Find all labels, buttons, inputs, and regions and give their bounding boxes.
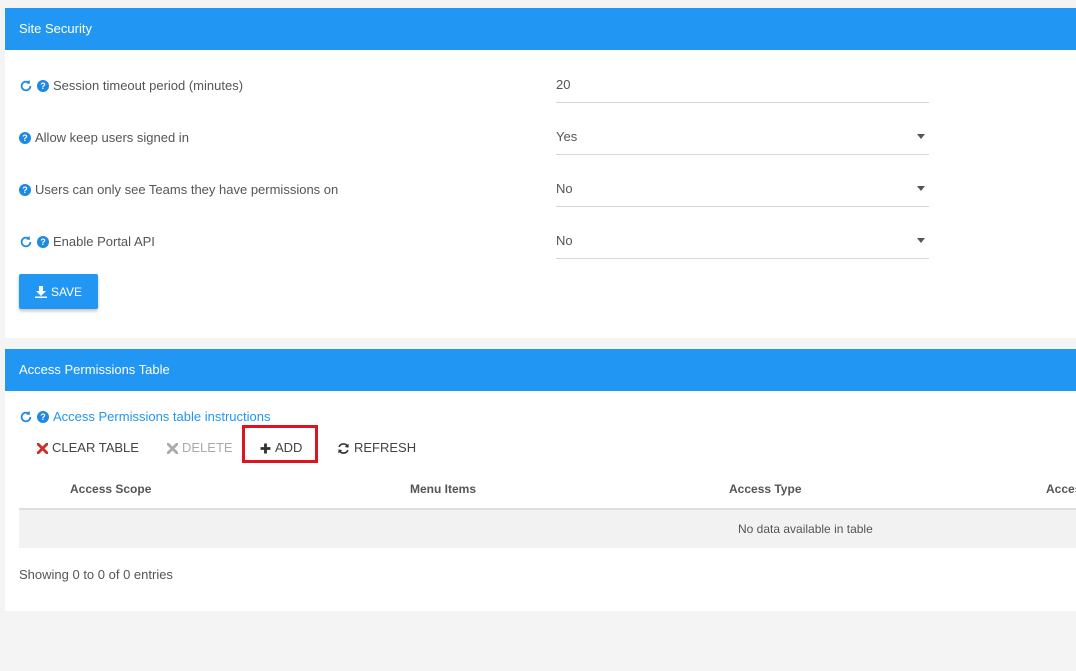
help-icon[interactable]: ?: [37, 80, 49, 92]
access-permissions-panel: Access Permissions Table ? Access Permis…: [5, 349, 1076, 611]
caret-down-icon: [917, 238, 925, 243]
setting-row-session-timeout: ? Session timeout period (minutes) 20: [19, 76, 929, 116]
session-timeout-input[interactable]: 20: [556, 66, 929, 103]
access-permissions-header: Access Permissions Table: [5, 349, 1076, 391]
times-icon: [37, 442, 48, 454]
add-button[interactable]: ADD: [258, 431, 304, 465]
refresh-button[interactable]: REFRESH: [335, 431, 418, 465]
help-icon[interactable]: ?: [19, 132, 31, 144]
help-icon[interactable]: ?: [37, 410, 49, 423]
setting-row-portal-api: ? Enable Portal API No: [19, 232, 929, 272]
access-permissions-table: Access Scope Menu Items Access Type Acce…: [19, 469, 1076, 548]
instructions-link[interactable]: Access Permissions table instructions: [53, 409, 270, 424]
column-header[interactable]: Acces: [1046, 482, 1076, 496]
save-button[interactable]: SAVE: [19, 274, 98, 309]
empty-message: No data available in table: [738, 522, 873, 536]
download-icon: [34, 285, 47, 298]
setting-label: Enable Portal API: [53, 234, 155, 249]
teams-permissions-select[interactable]: No: [556, 170, 929, 207]
setting-label: Session timeout period (minutes): [53, 78, 244, 93]
refresh-icon[interactable]: [19, 79, 33, 93]
instructions-row: ? Access Permissions table instructions: [19, 409, 270, 424]
refresh-icon[interactable]: [19, 235, 33, 249]
refresh-icon[interactable]: [19, 410, 33, 424]
plus-icon: [260, 443, 271, 453]
table-info: Showing 0 to 0 of 0 entries: [19, 567, 173, 582]
caret-down-icon: [917, 186, 925, 191]
site-security-panel: Site Security ? Session timeout period (…: [5, 8, 1076, 338]
sync-icon: [338, 442, 349, 454]
help-icon[interactable]: ?: [37, 236, 49, 248]
caret-down-icon: [917, 134, 925, 139]
delete-button[interactable]: DELETE: [165, 431, 235, 465]
times-icon: [167, 442, 178, 454]
setting-label: Users can only see Teams they have permi…: [35, 182, 339, 197]
column-header[interactable]: Menu Items: [410, 482, 476, 496]
setting-row-teams-permissions: ? Users can only see Teams they have per…: [19, 180, 929, 220]
site-security-header: Site Security: [5, 8, 1076, 50]
table-row: No data available in table: [19, 510, 1076, 548]
column-header[interactable]: Access Type: [729, 482, 802, 496]
site-security-title: Site Security: [19, 21, 92, 36]
portal-api-select[interactable]: No: [556, 222, 929, 259]
access-permissions-title: Access Permissions Table: [19, 362, 170, 377]
clear-table-button[interactable]: CLEAR TABLE: [35, 431, 141, 465]
table-toolbar: CLEAR TABLE DELETE ADD REFRESH: [19, 425, 519, 467]
setting-row-keep-signed-in: ? Allow keep users signed in Yes: [19, 128, 929, 168]
setting-label: Allow keep users signed in: [35, 130, 189, 145]
column-header[interactable]: Access Scope: [70, 482, 151, 496]
keep-signed-in-select[interactable]: Yes: [556, 118, 929, 155]
table-header: Access Scope Menu Items Access Type Acce…: [19, 469, 1076, 510]
help-icon[interactable]: ?: [19, 184, 31, 196]
